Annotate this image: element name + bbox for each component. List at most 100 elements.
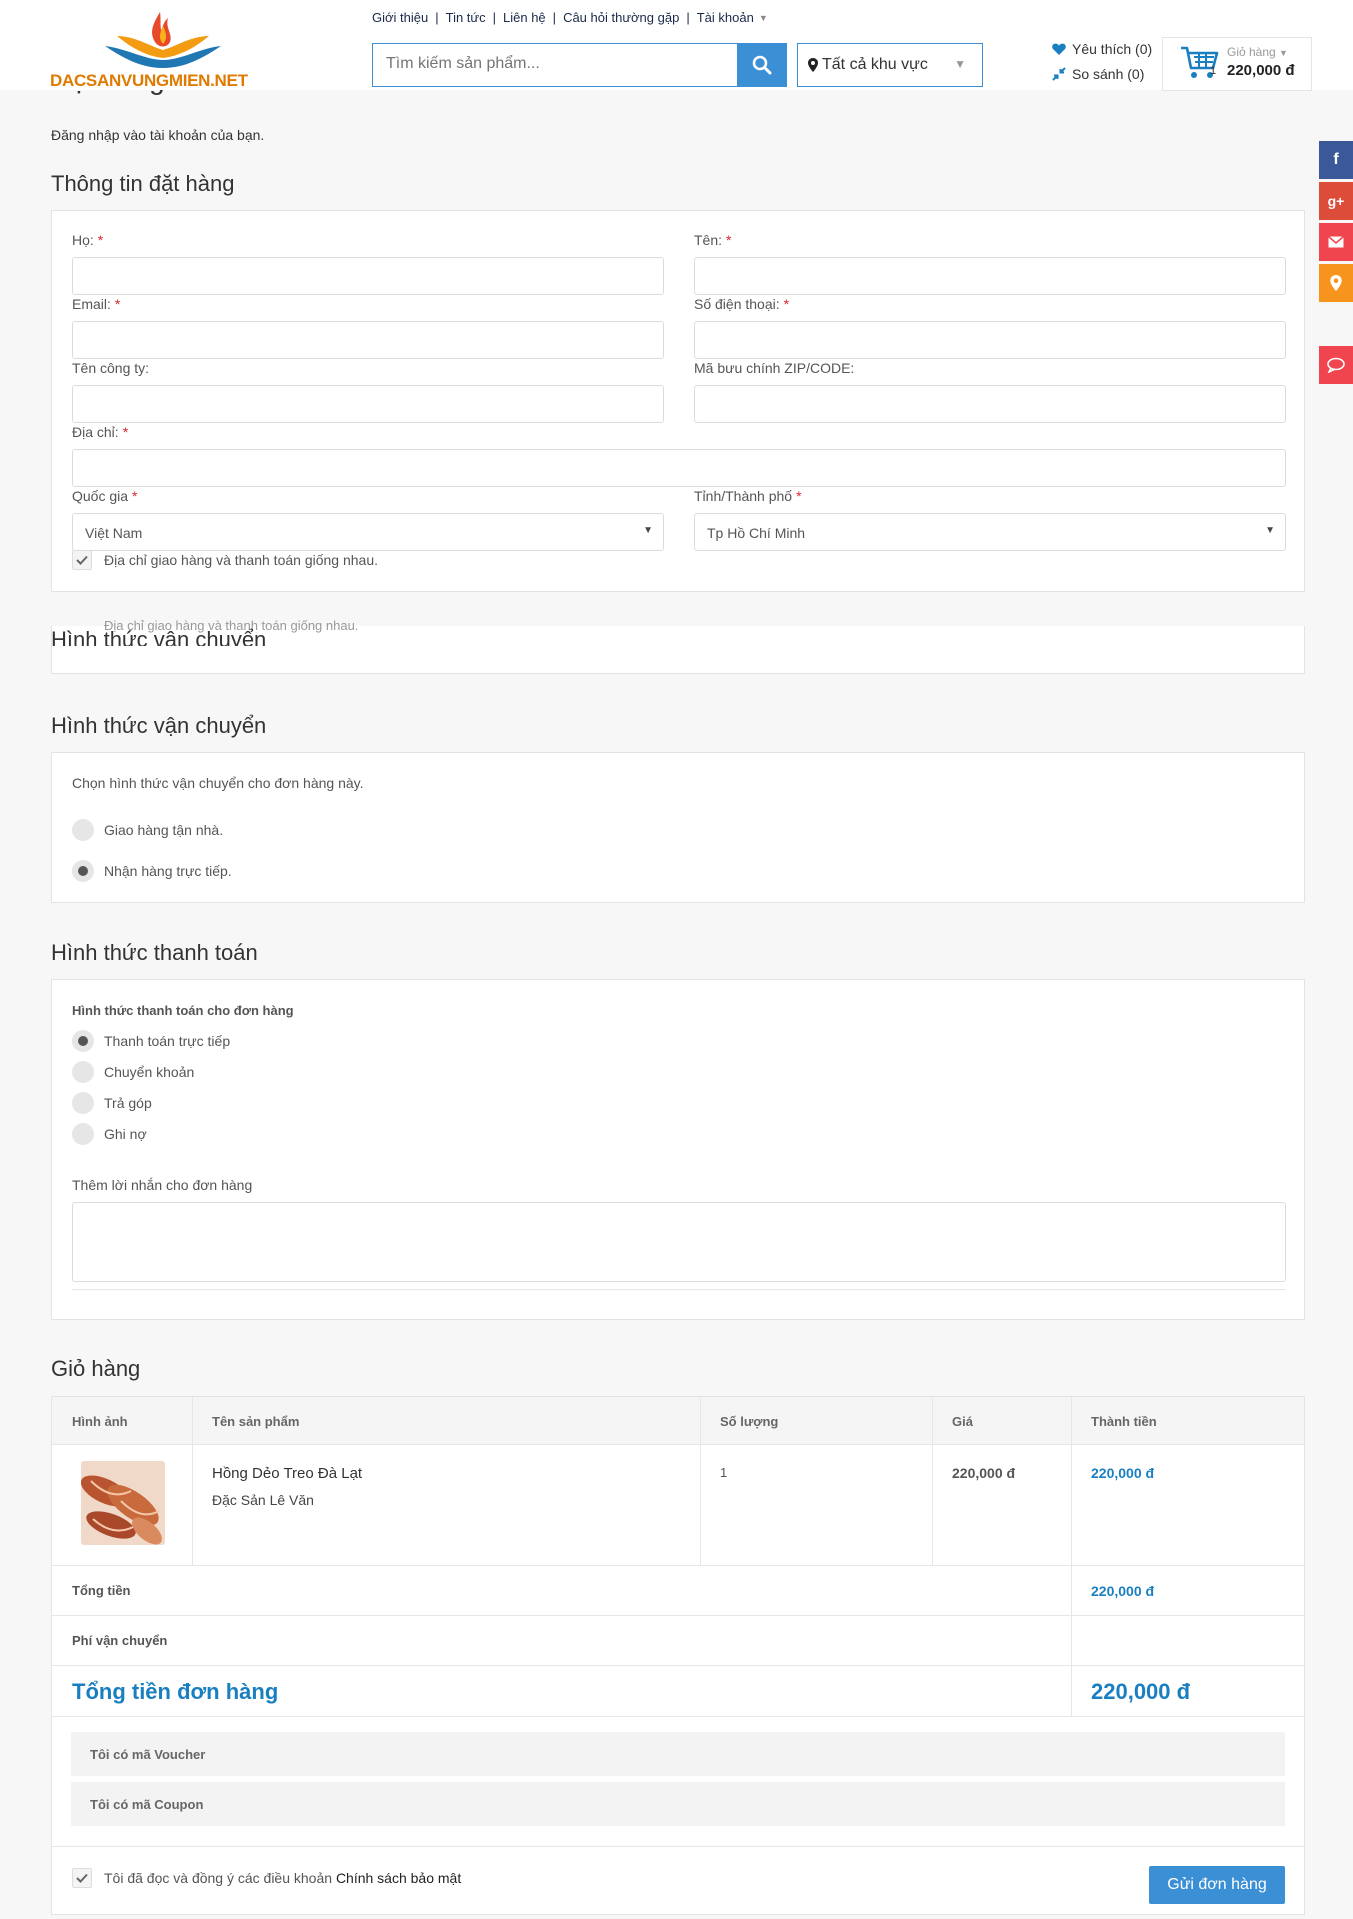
country-value: Việt Nam — [85, 525, 143, 541]
link-news[interactable]: Tin tức — [446, 10, 486, 25]
email-label: Email: * — [72, 296, 121, 312]
payment-radio-installment[interactable] — [72, 1092, 94, 1114]
wishlist-link[interactable]: Yêu thích (0) — [1052, 41, 1152, 57]
map-pin-icon[interactable] — [1319, 264, 1353, 302]
message-textarea[interactable] — [72, 1202, 1286, 1282]
divider — [932, 1397, 933, 1565]
email-field[interactable] — [72, 321, 664, 359]
shipping-option-pickup[interactable]: Nhận hàng trực tiếp. — [104, 863, 232, 879]
top-links: Giới thiệu | Tin tức | Liên hệ | Câu hỏi… — [372, 10, 768, 25]
grand-total-label: Tổng tiền đơn hàng — [72, 1679, 279, 1704]
privacy-policy-link[interactable]: Chính sách bảo mật — [336, 1870, 461, 1886]
payment-radio-debt[interactable] — [72, 1123, 94, 1145]
same-address-label: Địa chỉ giao hàng và thanh toán giống nh… — [104, 552, 378, 568]
phone-field[interactable] — [694, 321, 1286, 359]
divider — [52, 1444, 1304, 1445]
chat-icon[interactable] — [1319, 346, 1353, 384]
payment-radio-direct[interactable] — [72, 1030, 94, 1052]
logo-flame-icon — [105, 12, 221, 68]
compare-link[interactable]: So sánh (0) — [1052, 66, 1144, 82]
link-separator: | — [686, 10, 690, 25]
shipping-radio-pickup[interactable] — [72, 860, 94, 882]
heart-icon — [1052, 43, 1066, 55]
cart-label: Giỏ hàng ▼ — [1227, 45, 1288, 59]
payment-option-installment[interactable]: Trả góp — [104, 1095, 152, 1111]
address-field[interactable] — [72, 449, 1286, 487]
coupon-toggle[interactable]: Tôi có mã Coupon — [71, 1782, 1285, 1826]
payment-radio-transfer[interactable] — [72, 1061, 94, 1083]
region-select[interactable]: Tất cả khu vực ▼ — [797, 43, 983, 87]
address-label: Địa chỉ: * — [72, 424, 129, 440]
payment-option-transfer[interactable]: Chuyển khoản — [104, 1064, 194, 1080]
terms-prefix: Tôi đã đọc và đồng ý các điều khoản — [104, 1870, 333, 1886]
mini-cart[interactable]: 1 Giỏ hàng ▼ 220,000 đ — [1162, 37, 1312, 91]
login-link[interactable]: Đăng nhập vào tài khoản của bạn. — [51, 127, 264, 143]
mail-icon[interactable] — [1319, 223, 1353, 261]
col-image: Hình ảnh — [72, 1414, 128, 1429]
product-name[interactable]: Hồng Dẻo Treo Đà Lạt — [212, 1465, 362, 1482]
shipping-option-home[interactable]: Giao hàng tận nhà. — [104, 822, 223, 838]
cart-panel: Hình ảnh Tên sản phẩm Số lượng Giá Thành… — [51, 1396, 1305, 1915]
site-logo[interactable]: DACSANVUNGMIEN.NET — [50, 6, 260, 90]
search-box — [372, 43, 787, 87]
chevron-down-icon: ▼ — [1265, 525, 1275, 536]
company-field[interactable] — [72, 385, 664, 423]
search-button[interactable] — [737, 43, 787, 87]
same-address-checkbox[interactable] — [72, 550, 92, 570]
product-line-total: 220,000 đ — [1091, 1465, 1155, 1481]
product-photo — [81, 1461, 165, 1545]
shipping-title: Hình thức vận chuyển — [51, 713, 267, 738]
ghost-title: Hình thức vận chuyển — [51, 627, 267, 646]
wishlist-label: Yêu thích (0) — [1072, 41, 1153, 57]
first-name-field[interactable] — [694, 257, 1286, 295]
col-total: Thành tiền — [1091, 1414, 1157, 1429]
google-plus-icon[interactable]: g+ — [1319, 182, 1353, 220]
cart-title: Giỏ hàng — [51, 1356, 141, 1381]
search-icon — [752, 55, 772, 75]
terms-checkbox[interactable] — [72, 1868, 92, 1888]
company-label: Tên công ty: — [72, 360, 150, 376]
link-account[interactable]: Tài khoản — [697, 10, 754, 25]
chevron-down-icon: ▼ — [954, 57, 966, 71]
divider — [52, 1665, 1304, 1666]
payment-option-direct[interactable]: Thanh toán trực tiếp — [104, 1033, 230, 1049]
payment-option-debt[interactable]: Ghi nợ — [104, 1126, 147, 1142]
payment-panel: Hình thức thanh toán cho đơn hàng Thanh … — [51, 979, 1305, 1320]
divider — [700, 1397, 701, 1565]
product-price: 220,000 đ — [952, 1465, 1016, 1481]
submit-order-button[interactable]: Gửi đơn hàng — [1149, 1866, 1285, 1904]
compare-label: So sánh (0) — [1072, 66, 1145, 82]
order-info-panel: Họ: * Tên: * Email: * Số điện thoại: * Tên c… — [51, 210, 1305, 592]
divider — [192, 1397, 193, 1565]
map-pin-icon — [808, 58, 818, 72]
divider — [52, 1846, 1304, 1847]
product-shop[interactable]: Đặc Sản Lê Văn — [212, 1492, 314, 1508]
city-value: Tp Hồ Chí Minh — [707, 525, 806, 541]
col-qty: Số lượng — [720, 1414, 779, 1429]
shipping-note: Chọn hình thức vận chuyển cho đơn hàng n… — [72, 775, 364, 791]
last-name-field[interactable] — [72, 257, 664, 295]
country-select[interactable]: Việt Nam ▼ — [72, 513, 664, 551]
last-name-label: Họ: * — [72, 232, 104, 248]
site-header: DACSANVUNGMIEN.NET Giới thiệu | Tin tức … — [0, 0, 1353, 91]
payment-subtitle: Hình thức thanh toán cho đơn hàng — [72, 1003, 294, 1018]
voucher-toggle[interactable]: Tôi có mã Voucher — [71, 1732, 1285, 1776]
link-separator: | — [552, 10, 557, 25]
search-input[interactable] — [373, 44, 733, 84]
link-contact[interactable]: Liên hệ — [503, 10, 546, 25]
link-about[interactable]: Giới thiệu — [372, 10, 428, 25]
terms-text: Tôi đã đọc và đồng ý các điều khoản Chín… — [104, 1870, 461, 1886]
cart-total: 220,000 đ — [1227, 62, 1295, 79]
city-select[interactable]: Tp Hồ Chí Minh ▼ — [694, 513, 1286, 551]
link-separator: | — [435, 10, 439, 25]
divider — [1071, 1397, 1072, 1716]
phone-label: Số điện thoại: * — [694, 296, 790, 312]
product-image[interactable] — [81, 1461, 165, 1545]
zip-field[interactable] — [694, 385, 1286, 423]
link-faq[interactable]: Câu hỏi thường gặp — [563, 10, 679, 25]
payment-title: Hình thức thanh toán — [51, 940, 258, 965]
shipping-radio-home[interactable] — [72, 819, 94, 841]
facebook-icon[interactable]: f — [1319, 141, 1353, 179]
chevron-down-icon[interactable]: ▼ — [759, 13, 768, 23]
subtotal-value: 220,000 đ — [1091, 1583, 1155, 1599]
